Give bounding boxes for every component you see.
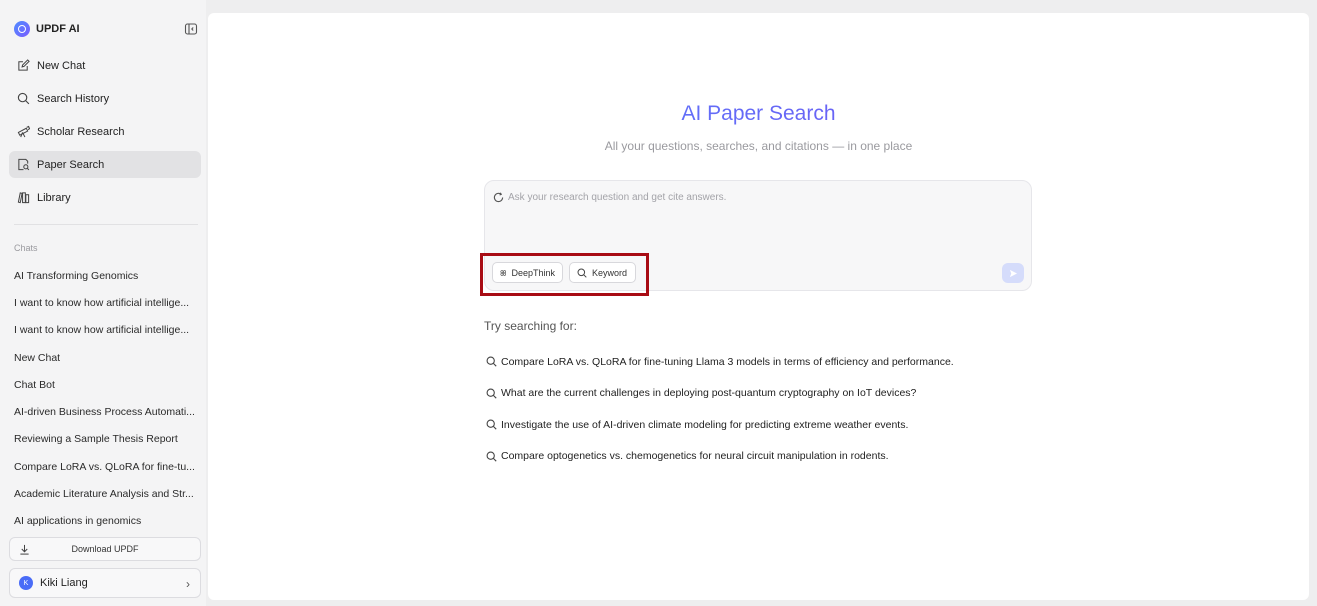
refresh-search-icon <box>493 192 504 203</box>
sidebar-item-new-chat[interactable]: New Chat <box>9 52 201 79</box>
brand[interactable]: UPDF AI <box>14 20 80 38</box>
edit-icon <box>18 59 30 71</box>
deepthink-label: DeepThink <box>511 267 555 278</box>
search-icon <box>486 356 497 367</box>
chat-item[interactable]: Compare LoRA vs. QLoRA for fine-tu... <box>14 453 198 480</box>
search-icon <box>486 419 497 430</box>
main-panel: AI Paper Search All your questions, sear… <box>208 13 1309 600</box>
chat-item[interactable]: I want to know how artificial intellige.… <box>14 317 198 344</box>
suggestion-text: Compare LoRA vs. QLoRA for fine-tuning L… <box>501 355 954 368</box>
brand-name: UPDF AI <box>36 23 80 35</box>
user-profile-button[interactable]: K Kiki Liang › <box>9 568 201 598</box>
page-subtitle: All your questions, searches, and citati… <box>604 139 913 153</box>
sidebar-item-label: Scholar Research <box>37 125 125 138</box>
chat-item[interactable]: Reviewing a Sample Thesis Report <box>14 426 198 453</box>
sidebar-item-search-history[interactable]: Search History <box>9 85 201 112</box>
chat-item[interactable]: New Chat <box>14 344 198 371</box>
sidebar-item-label: Search History <box>37 92 110 105</box>
search-placeholder: Ask your research question and get cite … <box>508 192 727 203</box>
sidebar-item-label: New Chat <box>37 59 86 72</box>
sidebar-item-label: Paper Search <box>37 158 105 171</box>
suggestion-text: What are the current challenges in deplo… <box>501 387 917 400</box>
sidebar-item-paper-search[interactable]: Paper Search <box>9 151 201 178</box>
chats-section-label: Chats <box>14 243 38 253</box>
suggestion-text: Investigate the use of AI-driven climate… <box>501 418 909 431</box>
page-title: AI Paper Search <box>208 102 1309 126</box>
try-searching-label: Try searching for: <box>484 319 577 333</box>
sidebar: UPDF AI New Chat Search History Scholar … <box>0 0 206 606</box>
search-icon <box>17 92 30 105</box>
sidebar-collapse-icon[interactable] <box>184 22 198 36</box>
chevron-right-icon: › <box>186 577 190 591</box>
keyword-toggle[interactable]: Keyword <box>569 262 636 283</box>
sidebar-item-library[interactable]: Library <box>9 184 201 211</box>
sidebar-item-label: Library <box>37 191 71 204</box>
suggestion-text: Compare optogenetics vs. chemogenetics f… <box>501 450 889 463</box>
chat-item[interactable]: AI Transforming Genomics <box>14 262 198 289</box>
sidebar-item-scholar-research[interactable]: Scholar Research <box>9 118 201 145</box>
download-icon <box>20 544 29 555</box>
keyword-label: Keyword <box>592 267 628 278</box>
suggestion-item[interactable]: Compare optogenetics vs. chemogenetics f… <box>486 441 1186 473</box>
sidebar-nav: New Chat Search History Scholar Research… <box>9 52 201 217</box>
download-label: Download UPDF <box>71 544 139 554</box>
suggestion-item[interactable]: Investigate the use of AI-driven climate… <box>486 409 1186 441</box>
telescope-icon <box>17 125 30 138</box>
avatar: K <box>19 576 33 590</box>
search-icon <box>486 388 497 399</box>
suggestion-item[interactable]: What are the current challenges in deplo… <box>486 378 1186 410</box>
paper-search-icon <box>18 158 30 171</box>
chat-item[interactable]: Academic Literature Analysis and Str... <box>14 480 198 507</box>
suggestion-item[interactable]: Compare LoRA vs. QLoRA for fine-tuning L… <box>486 346 1186 378</box>
library-icon <box>17 192 30 204</box>
updf-logo-icon <box>14 21 30 37</box>
user-name: Kiki Liang <box>40 577 88 589</box>
chat-list: AI Transforming Genomics I want to know … <box>14 262 198 535</box>
deepthink-icon <box>500 269 506 276</box>
deepthink-toggle[interactable]: DeepThink <box>492 262 563 283</box>
search-icon <box>486 451 497 462</box>
search-icon <box>577 268 587 278</box>
send-icon <box>1009 269 1017 277</box>
chat-item[interactable]: AI applications in genomics <box>14 508 198 535</box>
download-updf-button[interactable]: Download UPDF <box>9 537 201 561</box>
chat-item[interactable]: Chat Bot <box>14 371 198 398</box>
suggestion-list: Compare LoRA vs. QLoRA for fine-tuning L… <box>486 346 1186 472</box>
chat-item[interactable]: I want to know how artificial intellige.… <box>14 289 198 316</box>
sidebar-divider <box>14 224 198 225</box>
search-input[interactable]: Ask your research question and get cite … <box>484 180 1032 291</box>
chat-item[interactable]: AI-driven Business Process Automati... <box>14 398 198 425</box>
send-button[interactable] <box>1002 263 1024 283</box>
